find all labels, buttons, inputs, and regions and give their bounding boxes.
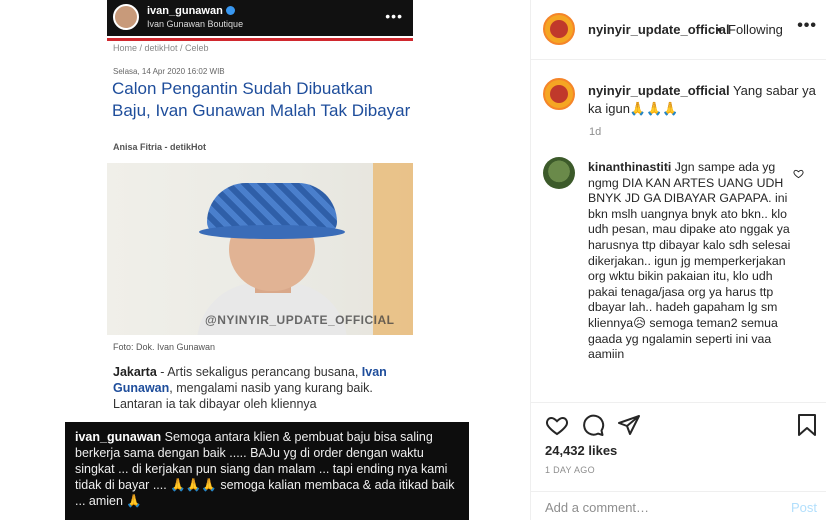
watermark: @NYINYIR_UPDATE_OFFICIAL [205,313,395,327]
comment-text: Jgn sampe ada yg ngmg DIA KAN ARTES UANG… [588,160,791,362]
add-comment-row: Post [531,491,826,520]
commenter-username[interactable]: kinanthinastiti [588,160,671,174]
article-breadcrumb: Home / detikHot / Celeb [113,43,209,53]
comment-bubble-icon[interactable] [581,413,605,437]
body-city: Jakarta [113,365,157,379]
article-photo: @NYINYIR_UPDATE_OFFICIAL [107,163,413,335]
overlay-more-icon: ••• [385,8,403,24]
caption-avatar[interactable] [543,78,575,110]
body-text-1: - Artis sekaligus perancang busana, [156,365,362,379]
like-heart-icon[interactable] [545,413,569,437]
header-divider [107,38,413,41]
article-body: Jakarta - Artis sekaligus perancang busa… [113,364,413,412]
post-side-panel: nyinyir_update_official • Following ••• … [530,0,826,520]
more-options-icon[interactable]: ••• [797,17,817,35]
overlay-subtitle: Ivan Gunawan Boutique [147,19,244,29]
commenter-avatar[interactable] [543,157,575,189]
header-username[interactable]: nyinyir_update_official [588,22,730,37]
overlay-username: ivan_gunawan [147,5,223,17]
article-date: Selasa, 14 Apr 2020 16:02 WIB [113,67,225,76]
avatar[interactable] [543,13,575,45]
article-author: Anisa Fitria - detikHot [113,142,207,152]
quoted-comment-box: ivan_gunawan Semoga antara klien & pembu… [65,422,469,520]
article-title: Calon Pengantin Sudah Dibuatkan Baju, Iv… [112,79,411,120]
add-comment-input[interactable] [545,500,765,515]
header-separator: • [717,22,722,37]
caption-username[interactable]: nyinyir_update_official [588,83,730,98]
story-overlay-header: ivan_gunawan Ivan Gunawan Boutique ••• [107,0,413,36]
post-comment-button[interactable]: Post [791,500,817,515]
post-header: nyinyir_update_official • Following ••• [531,0,826,60]
save-bookmark-icon[interactable] [795,413,819,437]
post-actions: 24,432 likes 1 DAY AGO Post [531,402,826,520]
verified-badge-icon [225,6,235,15]
quoted-username: ivan_gunawan [75,430,162,444]
post-image[interactable]: ivan_gunawan Ivan Gunawan Boutique ••• H… [0,0,530,520]
share-paper-plane-icon[interactable] [617,413,641,437]
caption-time[interactable]: 1d [589,126,601,138]
likes-count[interactable]: 24,432 likes [545,443,617,458]
photo-caption: Foto: Dok. Ivan Gunawan [113,342,216,352]
comment-like-heart-icon[interactable] [793,168,804,182]
following-button[interactable]: Following [728,22,783,37]
post-date[interactable]: 1 DAY AGO [545,465,595,475]
overlay-avatar [113,4,139,30]
